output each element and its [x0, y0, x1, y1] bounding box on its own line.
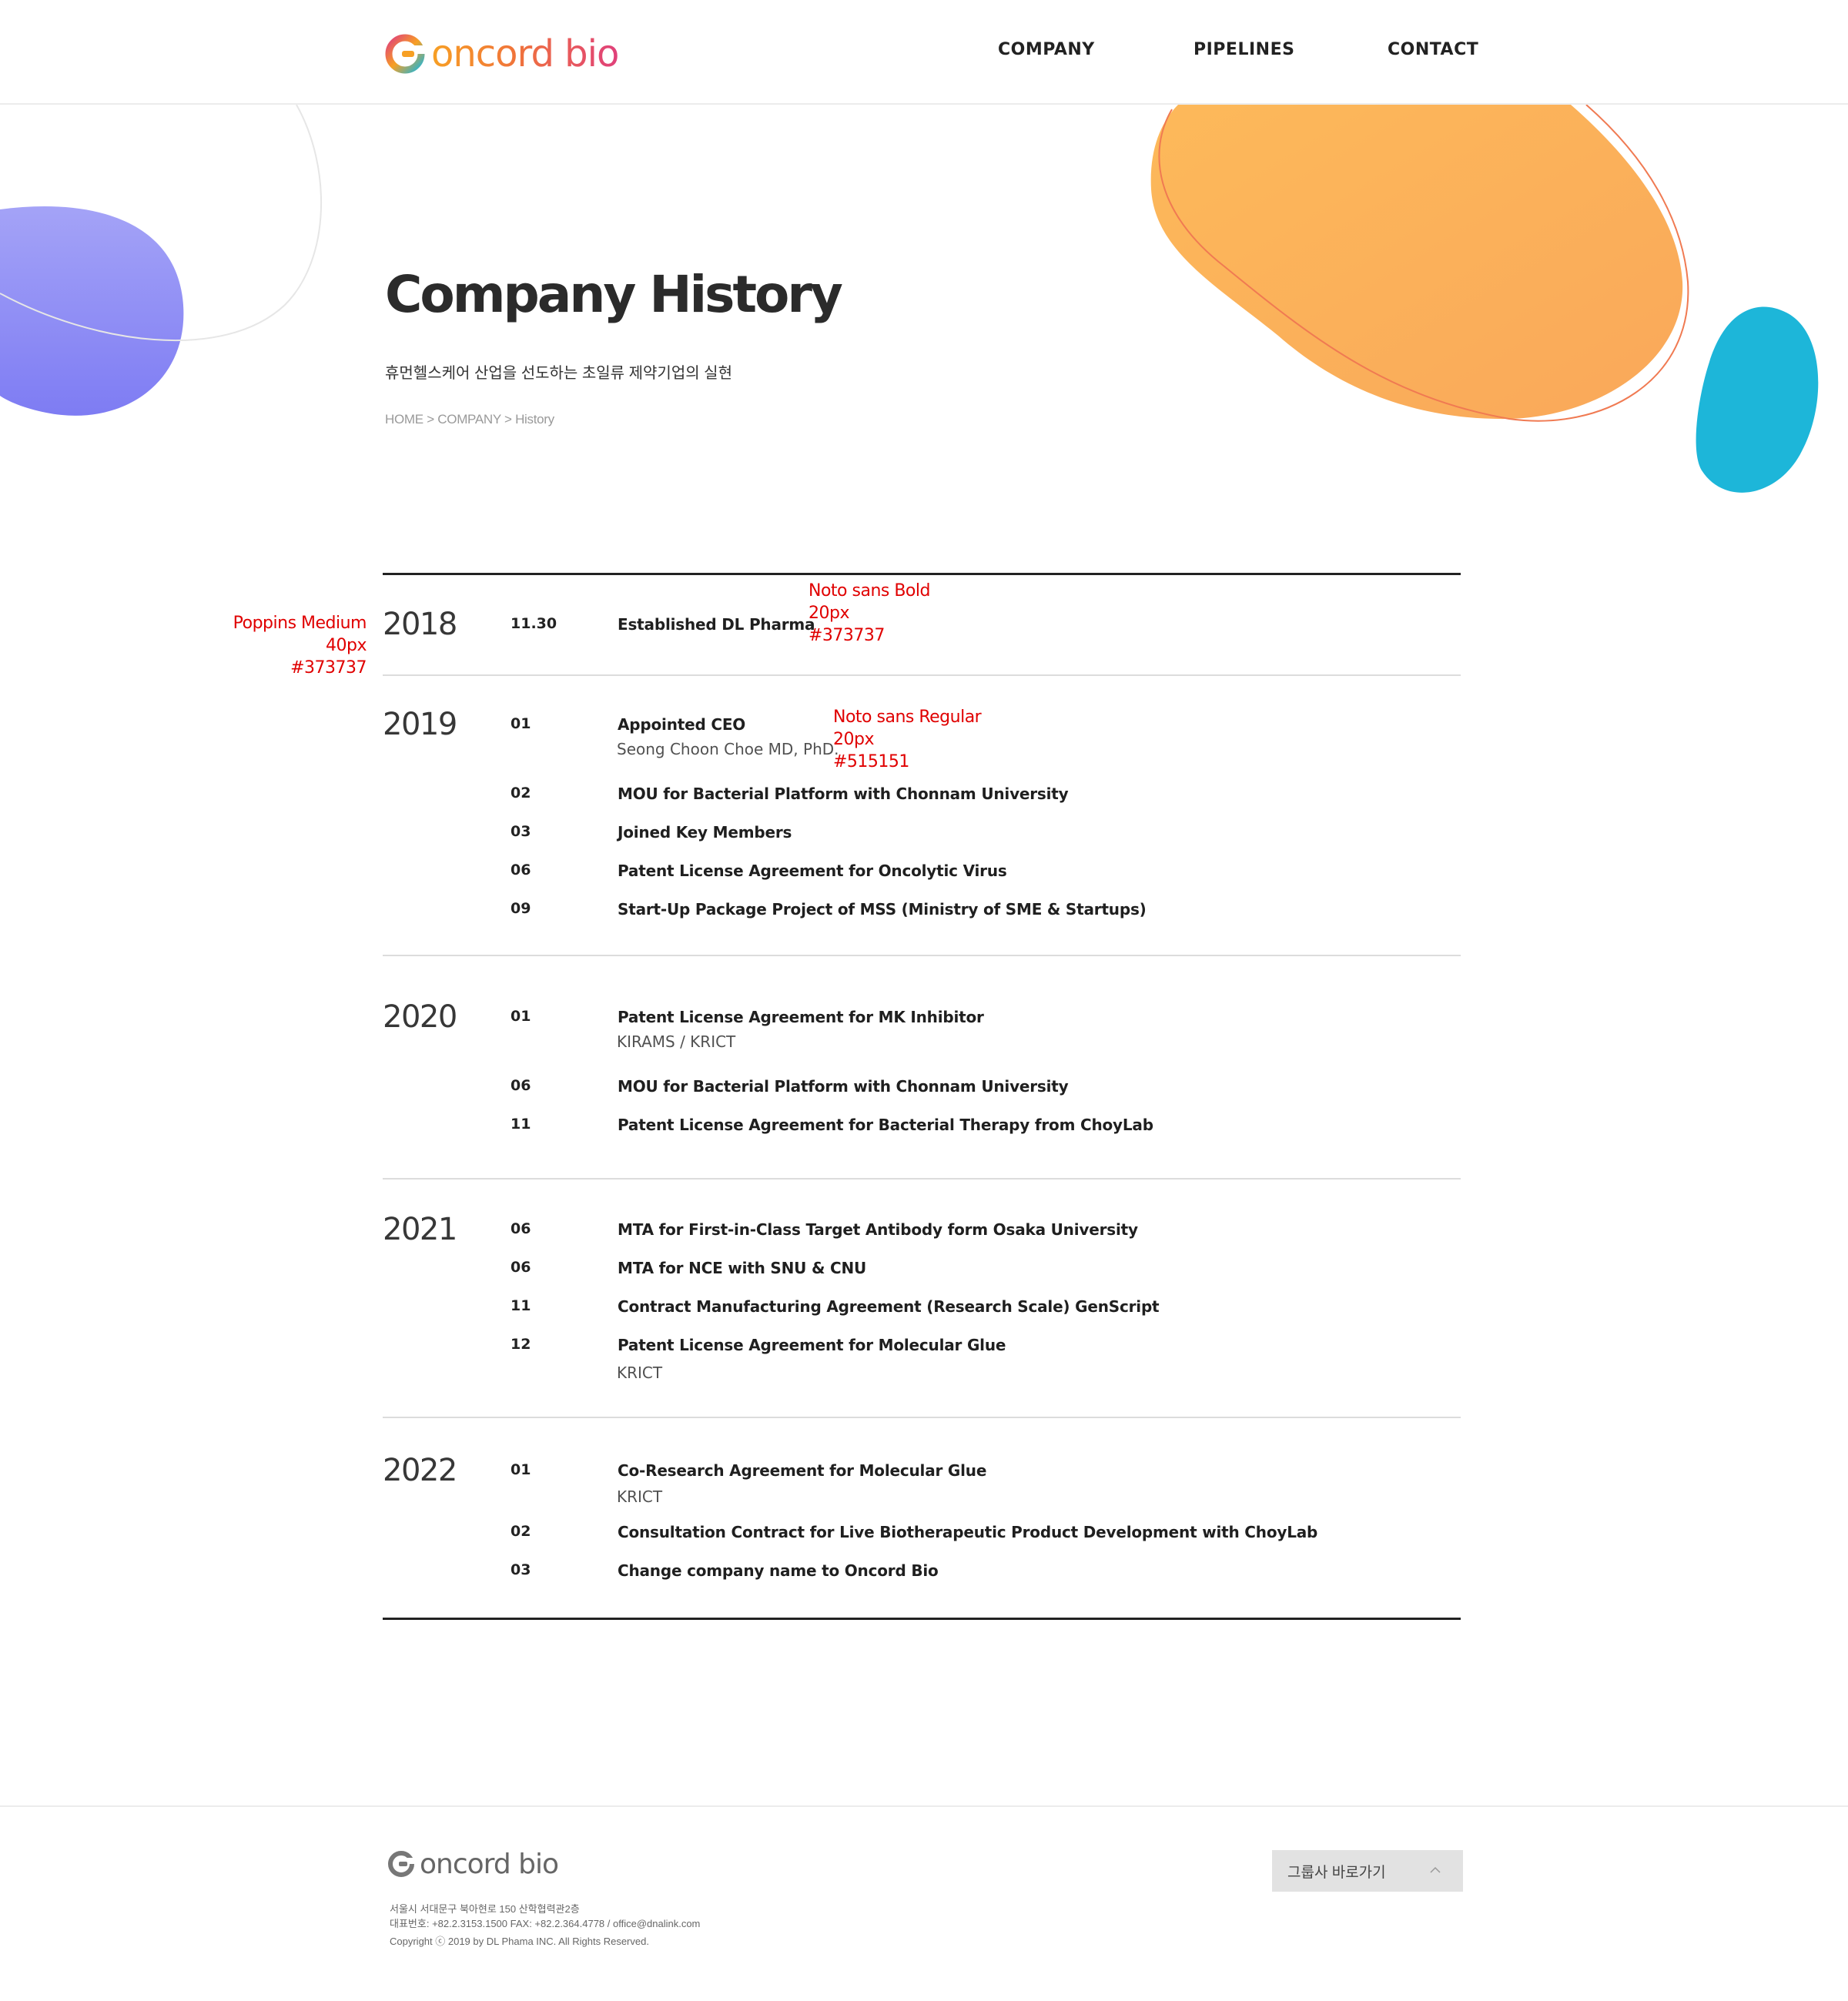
page-title: Company History — [385, 265, 843, 324]
event-subtitle: KRICT — [617, 1364, 663, 1382]
breadcrumb: HOME > COMPANY > History — [385, 412, 554, 427]
breadcrumb-home[interactable]: HOME — [385, 412, 424, 427]
orange-cyan-blob-decoration — [1150, 105, 1819, 493]
event-title: Contract Manufacturing Agreement (Resear… — [618, 1297, 1160, 1316]
violet-blob-decoration — [0, 105, 323, 416]
event-date: 01 — [511, 1008, 531, 1025]
event-date: 09 — [511, 900, 531, 917]
event-title: MOU for Bacterial Platform with Chonnam … — [618, 1077, 1069, 1096]
timeline-bottom-rule — [383, 1618, 1461, 1620]
breadcrumb-separator: > — [500, 412, 516, 427]
company-address: 서울시 서대문구 북아현로 150 산학협력관2층 — [390, 1903, 580, 1915]
event-date: 01 — [511, 1461, 531, 1478]
nav-contact[interactable]: CONTACT — [1388, 40, 1478, 59]
event-title: Consultation Contract for Live Biotherap… — [618, 1523, 1318, 1541]
event-title: Patent License Agreement for Bacterial T… — [618, 1116, 1153, 1134]
year-divider — [383, 1178, 1461, 1180]
event-title: MTA for First-in-Class Target Antibody f… — [618, 1220, 1138, 1239]
event-date: 03 — [511, 1561, 531, 1578]
event-date: 06 — [511, 1220, 531, 1237]
oncord-logo-icon — [388, 1851, 415, 1877]
nav-company[interactable]: COMPANY — [998, 40, 1095, 59]
event-date: 11 — [511, 1116, 531, 1133]
event-date: 06 — [511, 1077, 531, 1094]
copyright-text: Copyright ⓒ 2019 by DL Phama INC. All Ri… — [390, 1936, 649, 1947]
page-subtitle: 휴먼헬스케어 산업을 선도하는 초일류 제약기업의 실현 — [385, 365, 732, 382]
event-date: 03 — [511, 823, 531, 840]
event-title: Co-Research Agreement for Molecular Glue — [618, 1461, 987, 1480]
year-divider — [383, 674, 1461, 676]
event-date: 11.30 — [511, 615, 557, 632]
family-site-label: 그룹사 바로가기 — [1287, 1864, 1386, 1881]
nav-pipelines[interactable]: PIPELINES — [1194, 40, 1294, 59]
event-title: Patent License Agreement for Oncolytic V… — [618, 862, 1007, 880]
event-title: MTA for NCE with SNU & CNU — [618, 1259, 867, 1277]
event-subtitle: KRICT — [617, 1487, 663, 1506]
site-logo[interactable]: oncord bio — [385, 31, 619, 77]
event-title: Start-Up Package Project of MSS (Ministr… — [618, 900, 1147, 919]
event-date: 01 — [511, 715, 531, 732]
family-site-select[interactable]: 그룹사 바로가기 — [1272, 1850, 1463, 1892]
company-contact: 대표번호: +82.2.3153.1500 FAX: +82.2.364.477… — [390, 1918, 701, 1929]
event-title: Change company name to Oncord Bio — [618, 1561, 939, 1580]
year-label: 2018 — [383, 607, 457, 642]
event-title: Appointed CEO — [618, 715, 746, 734]
title-font-spec-annotation: Noto sans Bold 20px #373737 — [808, 581, 930, 645]
event-date: 02 — [511, 1523, 531, 1540]
event-title: Patent License Agreement for Molecular G… — [618, 1336, 1006, 1354]
breadcrumb-history: History — [515, 412, 554, 427]
chevron-up-icon — [1430, 1866, 1441, 1873]
event-date: 02 — [511, 785, 531, 801]
event-date: 12 — [511, 1336, 531, 1353]
event-date: 06 — [511, 862, 531, 878]
event-title: Patent License Agreement for MK Inhibito… — [618, 1008, 984, 1026]
year-divider — [383, 1417, 1461, 1418]
year-label: 2020 — [383, 999, 457, 1035]
site-header: oncord bio COMPANY PIPELINES CONTACT — [0, 0, 1848, 105]
footer-logo-text: oncord bio — [420, 1848, 559, 1880]
breadcrumb-company[interactable]: COMPANY — [437, 412, 501, 427]
year-label: 2021 — [383, 1212, 457, 1247]
timeline-top-rule — [383, 573, 1461, 575]
breadcrumb-separator: > — [423, 412, 438, 427]
year-label: 2019 — [383, 707, 457, 742]
event-title: MOU for Bacterial Platform with Chonnam … — [618, 785, 1069, 803]
event-title: Established DL Pharma — [618, 615, 815, 634]
site-footer: oncord bio 서울시 서대문구 북아현로 150 산학협력관2층 대표번… — [0, 1805, 1848, 2001]
event-date: 11 — [511, 1297, 531, 1314]
subtitle-font-spec-annotation: Noto sans Regular 20px #515151 — [833, 708, 982, 771]
event-date: 06 — [511, 1259, 531, 1276]
year-font-spec-annotation: Poppins Medium 40px #373737 — [233, 614, 367, 678]
year-label: 2022 — [383, 1453, 457, 1488]
footer-logo[interactable]: oncord bio — [387, 1847, 559, 1881]
logo-text: oncord bio — [431, 32, 619, 75]
event-subtitle: KIRAMS / KRICT — [617, 1032, 736, 1051]
event-title: Joined Key Members — [618, 823, 792, 842]
event-subtitle: Seong Choon Choe MD, PhD. — [617, 740, 839, 758]
oncord-logo-icon — [385, 34, 425, 74]
year-divider — [383, 955, 1461, 956]
